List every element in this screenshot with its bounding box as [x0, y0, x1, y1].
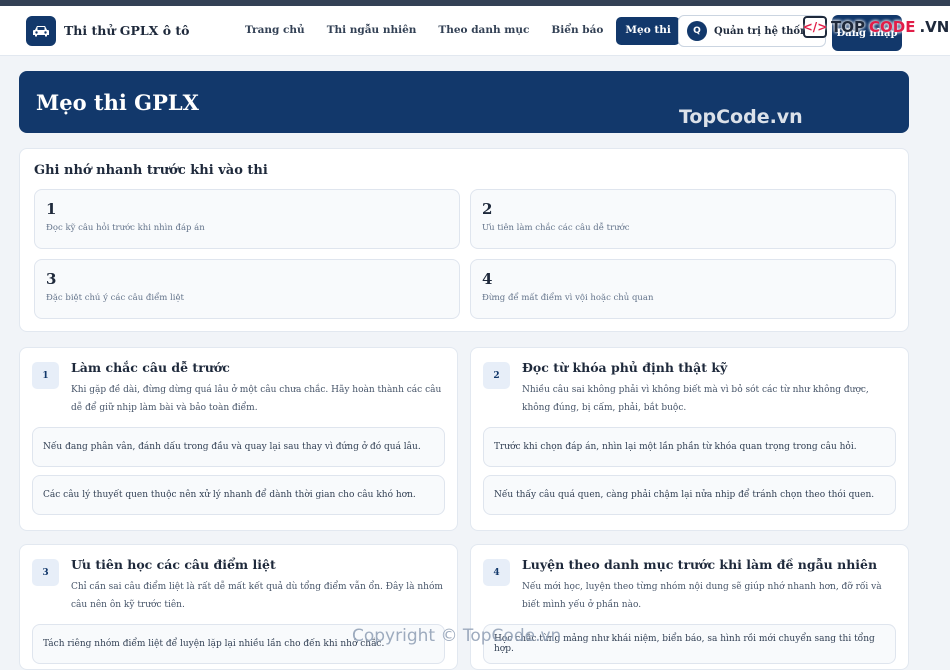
watermark-site-text: TopCode.vn: [679, 106, 803, 128]
card-note: Nếu thấy câu quá quen, càng phải chậm lạ…: [483, 475, 896, 515]
tip-card-1: 1 Làm chắc câu dễ trước Khi gặp đề dài, …: [19, 347, 458, 531]
card-header: 3 Ưu tiên học các câu điểm liệt Chỉ cần …: [32, 557, 445, 614]
brand-name: Thi thử GPLX ô tô: [64, 23, 190, 38]
quick-tip-number: 3: [46, 270, 57, 288]
admin-label: Quản trị hệ thống: [714, 25, 815, 37]
quick-tip: 4 Đừng để mất điểm vì vội hoặc chủ quan: [470, 259, 896, 319]
quick-tip-text: Ưu tiên làm chắc các câu dễ trước: [482, 223, 630, 233]
tip-card-2: 2 Đọc từ khóa phủ định thật kỹ Nhiều câu…: [470, 347, 909, 531]
admin-avatar: Q: [687, 21, 707, 41]
nav-random-exam[interactable]: Thi ngẫu nhiên: [318, 17, 426, 45]
quick-tip-number: 1: [46, 200, 57, 218]
watermark-logo-suffix: .VN: [919, 18, 950, 36]
card-title: Làm chắc câu dễ trước: [71, 360, 230, 375]
card-header: 4 Luyện theo danh mục trước khi làm đề n…: [483, 557, 896, 614]
code-icon: </>: [803, 16, 827, 38]
card-note: Các câu lý thuyết quen thuộc nên xử lý n…: [32, 475, 445, 515]
watermark-copyright: Copyright © TopCode.vn: [352, 626, 562, 646]
watermark-logo-prefix: TOP: [831, 18, 865, 36]
quick-tip-number: 4: [482, 270, 493, 288]
card-number-badge: 3: [32, 559, 59, 586]
quick-tip-number: 2: [482, 200, 493, 218]
tip-card-3: 3 Ưu tiên học các câu điểm liệt Chỉ cần …: [19, 544, 458, 670]
watermark-logo-highlight: CODE: [868, 18, 916, 36]
card-number-badge: 1: [32, 362, 59, 389]
card-heading: Làm chắc câu dễ trước Khi gặp đề dài, đừ…: [71, 360, 445, 417]
card-header: 2 Đọc từ khóa phủ định thật kỹ Nhiều câu…: [483, 360, 896, 417]
card-description: Khi gặp đề dài, đừng dừng quá lâu ở một …: [71, 385, 442, 413]
card-note: Trước khi chọn đáp án, nhìn lại một lần …: [483, 427, 896, 467]
card-title: Đọc từ khóa phủ định thật kỹ: [522, 360, 728, 375]
card-title: Ưu tiên học các câu điểm liệt: [71, 557, 276, 572]
quick-tips-grid: 1 Đọc kỹ câu hỏi trước khi nhìn đáp án 2…: [34, 189, 896, 319]
card-description: Nhiều câu sai không phải vì không biết m…: [522, 385, 869, 413]
card-description: Nếu mới học, luyện theo từng nhóm nội du…: [522, 582, 882, 610]
brand[interactable]: Thi thử GPLX ô tô: [26, 15, 190, 46]
quick-tip-text: Đặc biệt chú ý các câu điểm liệt: [46, 293, 184, 303]
quick-tip-text: Đừng để mất điểm vì vội hoặc chủ quan: [482, 293, 654, 303]
navbar: Thi thử GPLX ô tô Trang chủ Thi ngẫu nhi…: [0, 6, 950, 56]
nav-by-category[interactable]: Theo danh mục: [429, 17, 538, 45]
card-note: Nếu đang phân vân, đánh dấu trong đầu và…: [32, 427, 445, 467]
tip-card-4: 4 Luyện theo danh mục trước khi làm đề n…: [470, 544, 909, 670]
quick-tip: 3 Đặc biệt chú ý các câu điểm liệt: [34, 259, 460, 319]
quick-tips-title: Ghi nhớ nhanh trước khi vào thi: [34, 163, 268, 178]
nav-road-signs[interactable]: Biển báo: [542, 17, 612, 45]
card-header: 1 Làm chắc câu dễ trước Khi gặp đề dài, …: [32, 360, 445, 417]
card-title: Luyện theo danh mục trước khi làm đề ngẫ…: [522, 557, 878, 572]
card-heading: Ưu tiên học các câu điểm liệt Chỉ cần sa…: [71, 557, 445, 614]
car-icon: [26, 15, 56, 46]
card-description: Chỉ cần sai câu điểm liệt là rất dễ mất …: [71, 582, 443, 610]
quick-tips-panel: Ghi nhớ nhanh trước khi vào thi 1 Đọc kỹ…: [19, 148, 909, 332]
nav-exam-tips[interactable]: Mẹo thi: [616, 17, 680, 45]
card-heading: Luyện theo danh mục trước khi làm đề ngẫ…: [522, 557, 896, 614]
quick-tip: 2 Ưu tiên làm chắc các câu dễ trước: [470, 189, 896, 249]
quick-tip: 1 Đọc kỹ câu hỏi trước khi nhìn đáp án: [34, 189, 460, 249]
main-nav: Trang chủ Thi ngẫu nhiên Theo danh mục B…: [236, 17, 680, 45]
nav-home[interactable]: Trang chủ: [236, 17, 314, 45]
quick-tip-text: Đọc kỹ câu hỏi trước khi nhìn đáp án: [46, 223, 205, 233]
topcode-watermark-logo: </> TOP CODE .VN: [803, 16, 949, 38]
card-heading: Đọc từ khóa phủ định thật kỹ Nhiều câu s…: [522, 360, 896, 417]
card-number-badge: 4: [483, 559, 510, 586]
card-number-badge: 2: [483, 362, 510, 389]
